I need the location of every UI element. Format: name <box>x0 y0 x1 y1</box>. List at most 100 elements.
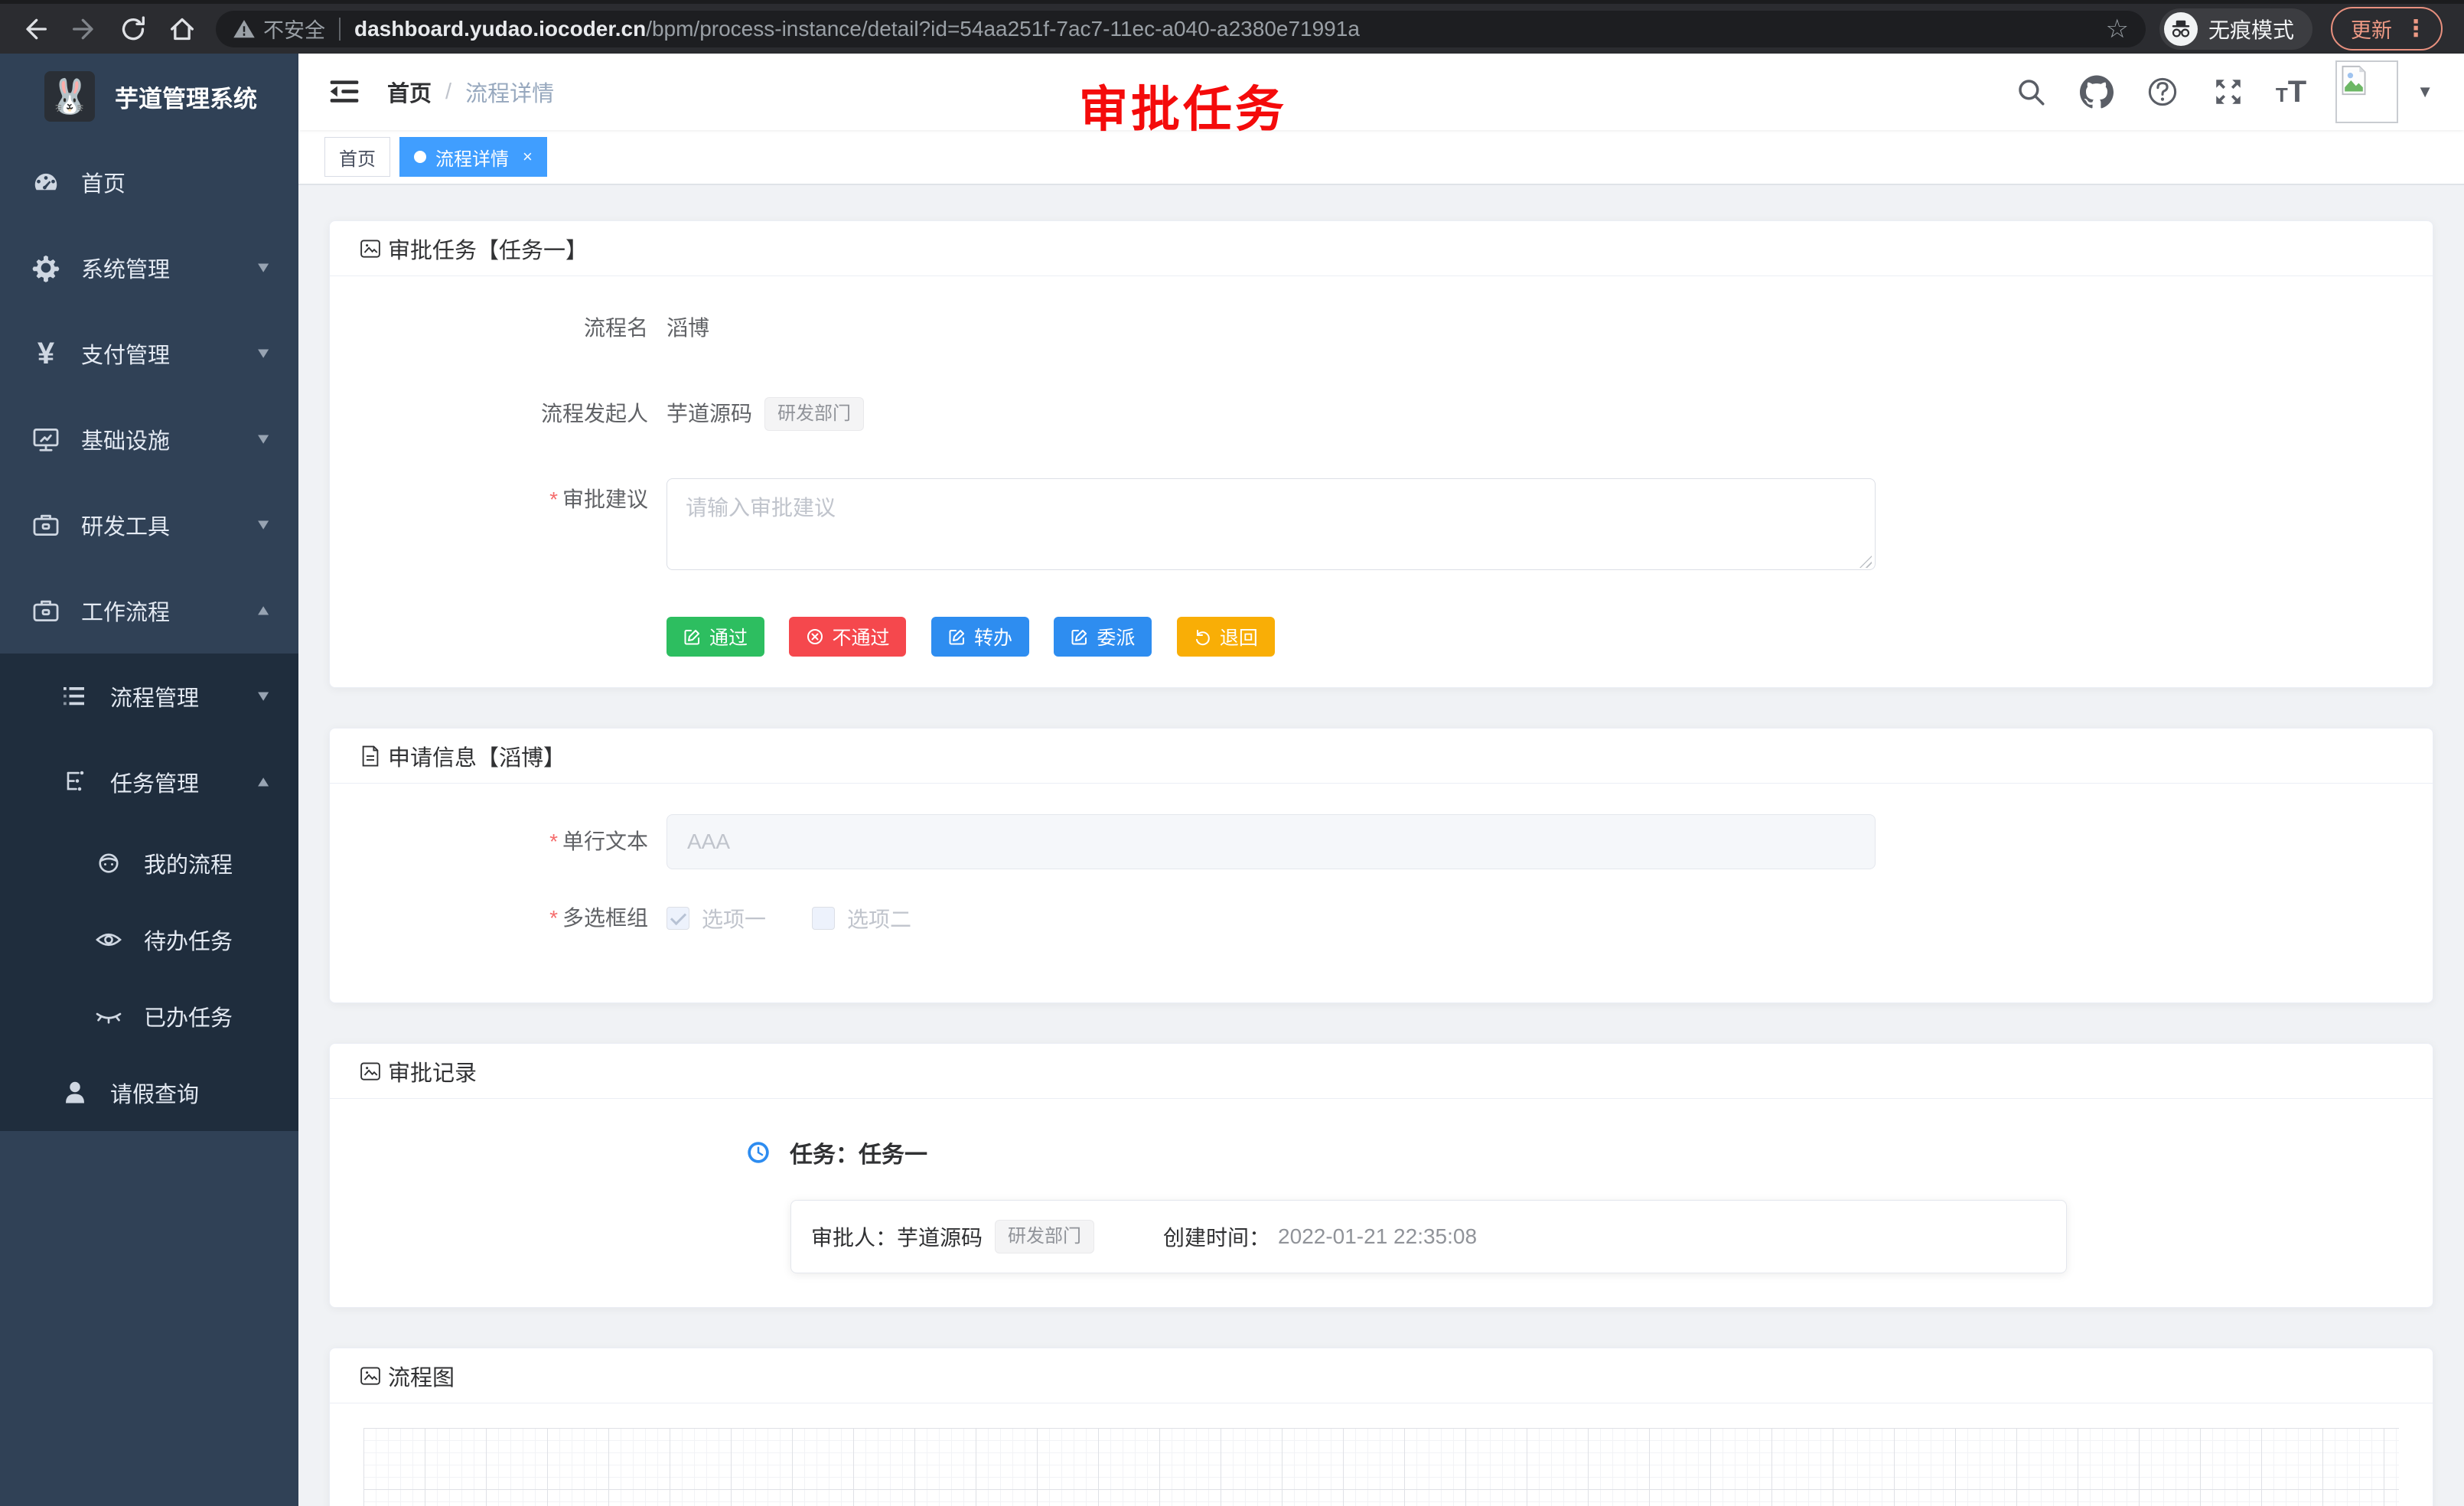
sidebar-item-label: 研发工具 <box>81 509 254 541</box>
sidebar-item-label: 已办任务 <box>144 1000 272 1032</box>
close-icon[interactable]: × <box>523 147 533 167</box>
sidebar-item-todo-tasks[interactable]: 待办任务 <box>0 901 298 978</box>
security-chip[interactable]: 不安全 <box>233 14 325 44</box>
sidebar-item-pay[interactable]: ¥ 支付管理 ▼ <box>0 311 298 396</box>
sidebar-item-label: 我的流程 <box>144 847 272 879</box>
annotation-overlay: 审批任务 <box>1079 70 1287 141</box>
fullscreen-icon[interactable] <box>2210 73 2247 110</box>
user-icon <box>60 1077 90 1108</box>
sidebar-item-label: 首页 <box>81 166 272 198</box>
edit-icon <box>683 628 702 646</box>
edit-icon <box>948 628 966 646</box>
card-title: 流程图 <box>388 1360 455 1392</box>
app-title: 芋道管理系统 <box>115 80 257 114</box>
field-label: *审批建议 <box>360 478 667 574</box>
chevron-down-icon: ▼ <box>254 517 272 533</box>
single-line-input: AAA <box>667 814 1876 869</box>
url-bar[interactable]: 不安全 dashboard.yudao.iocoder.cn/bpm/proce… <box>216 11 2146 47</box>
home-icon[interactable] <box>158 9 207 49</box>
broken-image-icon <box>2340 65 2368 96</box>
eye-open-icon <box>93 924 124 955</box>
update-label: 更新 <box>2351 14 2392 44</box>
gear-icon <box>31 253 61 283</box>
apply-info-card: 申请信息【滔博】 *单行文本 AAA *多选框组 选项一 <box>329 728 2433 1003</box>
breadcrumb: 首页 / 流程详情 <box>387 76 554 108</box>
tab-process-detail[interactable]: 流程详情 × <box>399 137 547 177</box>
spacer <box>360 617 667 657</box>
update-button[interactable]: 更新 ⋮ <box>2331 7 2443 51</box>
active-dot <box>414 151 426 163</box>
timeline-node: 任务：任务一 <box>747 1136 2402 1169</box>
sidebar-item-workflow[interactable]: 工作流程 ▲ <box>0 568 298 654</box>
sidebar-item-process-mgmt[interactable]: 流程管理 ▼ <box>0 654 298 739</box>
sidebar-item-label: 系统管理 <box>81 252 254 284</box>
tab-home[interactable]: 首页 <box>324 137 390 177</box>
flow-chart-card: 流程图 <box>329 1348 2433 1506</box>
card-header: 申请信息【滔博】 <box>330 729 2433 784</box>
content-area: 审批任务【任务一】 流程名 滔博 流程发起人 芋道源码 研发部门 <box>298 185 2464 1506</box>
card-title: 申请信息【滔博】 <box>388 740 565 772</box>
breadcrumb-current: 流程详情 <box>465 76 554 108</box>
logo-avatar: 🐰 <box>44 71 95 122</box>
chevron-up-icon: ▲ <box>254 602 272 619</box>
sidebar-logo: 🐰 芋道管理系统 <box>0 54 298 139</box>
tags-view: 首页 流程详情 × <box>298 130 2464 185</box>
font-size-icon[interactable]: TT <box>2276 77 2306 107</box>
sidebar-item-system[interactable]: 系统管理 ▼ <box>0 225 298 311</box>
chevron-down-icon: ▼ <box>254 431 272 448</box>
avatar[interactable] <box>2335 60 2398 123</box>
time-label: 创建时间： <box>1163 1221 1270 1252</box>
org-tree-icon <box>60 767 90 797</box>
sidebar-item-my-process[interactable]: 我的流程 <box>0 825 298 901</box>
circle-close-icon <box>806 628 824 646</box>
dashboard-icon <box>31 167 61 197</box>
checkbox-option-2: 选项二 <box>812 903 911 934</box>
sidebar-item-task-mgmt[interactable]: 任务管理 ▲ <box>0 739 298 825</box>
avatar-caret-icon[interactable]: ▼ <box>2417 82 2433 102</box>
transfer-button[interactable]: 转办 <box>931 617 1029 657</box>
sidebar-item-label: 支付管理 <box>81 337 254 370</box>
sidebar-item-label: 请假查询 <box>110 1077 272 1109</box>
github-icon[interactable] <box>2078 73 2115 110</box>
reload-icon[interactable] <box>109 9 158 49</box>
return-button[interactable]: 退回 <box>1177 617 1275 657</box>
sidebar-item-devtools[interactable]: 研发工具 ▼ <box>0 482 298 568</box>
browser-menu-icon[interactable]: ⋮ <box>2404 18 2427 41</box>
sidebar: 🐰 芋道管理系统 首页 系统管理 ▼ ¥ 支付管理 ▼ <box>0 54 298 1506</box>
incognito-badge: 无痕模式 <box>2159 8 2312 50</box>
card-header: 审批任务【任务一】 <box>330 221 2433 276</box>
sidebar-item-infra[interactable]: 基础设施 ▼ <box>0 396 298 482</box>
sidebar-item-leave-query[interactable]: 请假查询 <box>0 1055 298 1131</box>
reject-button[interactable]: 不通过 <box>789 617 906 657</box>
page: 不安全 dashboard.yudao.iocoder.cn/bpm/proce… <box>0 0 2464 1506</box>
security-label: 不安全 <box>263 14 325 44</box>
clock-icon <box>747 1141 770 1164</box>
sidebar-item-home[interactable]: 首页 <box>0 139 298 225</box>
search-icon[interactable] <box>2013 73 2049 110</box>
sidebar-item-label: 基础设施 <box>81 423 254 455</box>
card-title: 审批记录 <box>388 1055 477 1087</box>
checkbox-group-row: *多选框组 选项一 选项二 <box>360 903 2402 934</box>
divider <box>339 18 341 41</box>
suggestion-row: *审批建议 <box>360 478 2402 574</box>
timeline: 任务：任务一 审批人： 芋道源码 研发部门 创建时间： 2022-01-21 2… <box>360 1136 2402 1273</box>
back-icon[interactable] <box>11 9 60 49</box>
incognito-label: 无痕模式 <box>2208 14 2294 44</box>
approve-button[interactable]: 通过 <box>667 617 764 657</box>
hamburger-icon[interactable] <box>321 69 367 115</box>
picture-icon <box>359 237 382 260</box>
forward-icon[interactable] <box>60 9 109 49</box>
incognito-icon <box>2164 12 2198 46</box>
suggestion-textarea[interactable] <box>667 478 1876 570</box>
breadcrumb-home[interactable]: 首页 <box>387 76 432 108</box>
sidebar-item-done-tasks[interactable]: 已办任务 <box>0 978 298 1055</box>
workflow-submenu: 流程管理 ▼ 任务管理 ▲ 我的流程 <box>0 654 298 1131</box>
bpmn-canvas[interactable] <box>363 1428 2399 1506</box>
bookmark-star-icon[interactable]: ☆ <box>2106 14 2129 44</box>
chevron-down-icon: ▼ <box>254 345 272 362</box>
dept-tag: 研发部门 <box>995 1220 1094 1253</box>
help-icon[interactable] <box>2144 73 2181 110</box>
dept-tag: 研发部门 <box>764 397 864 431</box>
delegate-button[interactable]: 委派 <box>1054 617 1152 657</box>
chevron-down-icon: ▼ <box>254 688 272 705</box>
